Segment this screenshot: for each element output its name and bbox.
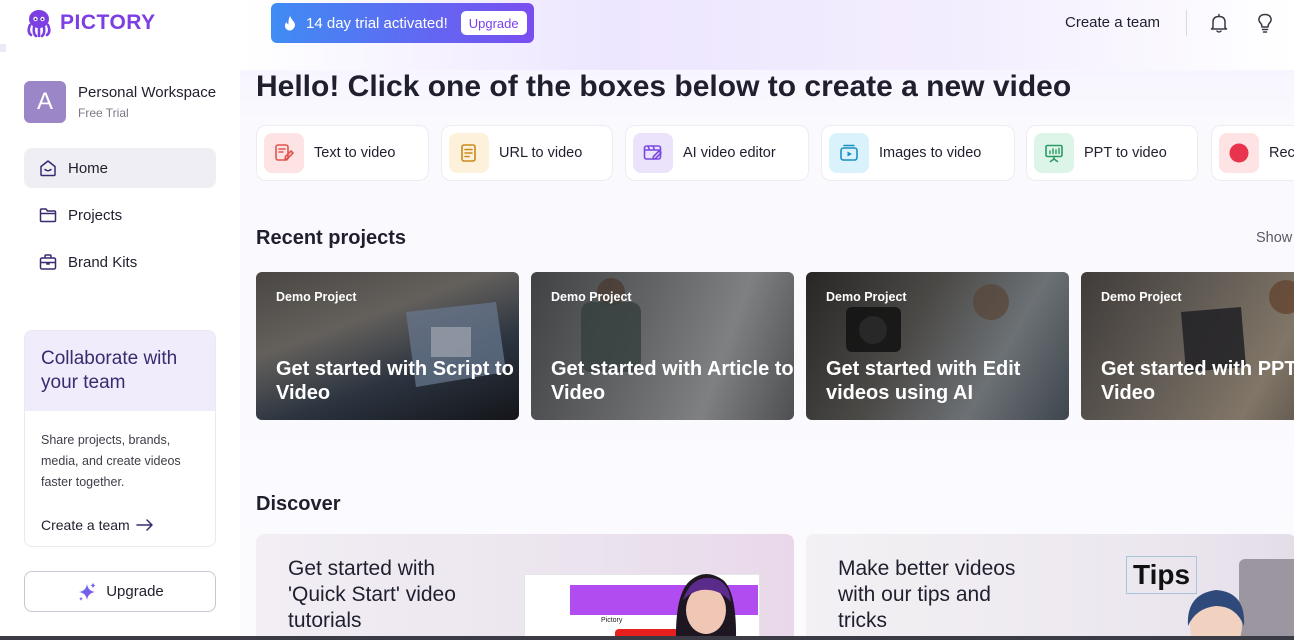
url-to-video-button[interactable]: URL to video xyxy=(441,125,613,181)
sidebar-item-label: Home xyxy=(68,159,109,177)
tool-icon-box xyxy=(264,133,304,173)
project-card[interactable]: Demo Project Get started with Edit video… xyxy=(806,272,1069,420)
workspace-name: Personal Workspace xyxy=(78,84,217,101)
project-tag: Demo Project xyxy=(276,290,357,304)
discover-title: Discover xyxy=(256,493,341,515)
tool-icon-box xyxy=(829,133,869,173)
project-card[interactable]: Demo Project Get started with PPT to Vid… xyxy=(1081,272,1294,420)
upgrade-button[interactable]: Upgrade xyxy=(24,571,216,612)
project-title: Get started with Article to Video xyxy=(551,358,794,404)
show-all-link[interactable]: Show xyxy=(1256,230,1292,246)
record-icon xyxy=(1229,143,1249,163)
create-team-button[interactable]: Create a team xyxy=(1065,14,1160,31)
tool-icon-box xyxy=(449,133,489,173)
document-icon xyxy=(461,144,476,162)
presentation-icon xyxy=(1045,144,1063,163)
sparkle-icon xyxy=(79,582,96,601)
page-title: Hello! Click one of the boxes below to c… xyxy=(256,70,1072,103)
image-play-icon xyxy=(840,144,858,161)
sidebar-item-brand-kits[interactable]: Brand Kits xyxy=(24,242,216,282)
project-tag: Demo Project xyxy=(551,290,632,304)
horizontal-scrollbar[interactable] xyxy=(0,636,1294,640)
images-to-video-button[interactable]: Images to video xyxy=(821,125,1015,181)
project-card[interactable]: Demo Project Get started with Article to… xyxy=(531,272,794,420)
discover-card-tips[interactable]: Make better videos with our tips and tri… xyxy=(806,534,1294,640)
folder-icon xyxy=(39,208,57,223)
avatar: A xyxy=(24,81,66,123)
workspace-switcher[interactable]: A Personal Workspace Free Trial xyxy=(24,81,216,123)
project-card[interactable]: Demo Project Get started with Script to … xyxy=(256,272,519,420)
discover-card-quick-start[interactable]: Get started with 'Quick Start' video tut… xyxy=(256,534,794,640)
tool-icon-box xyxy=(1219,133,1259,173)
sidebar-item-label: Projects xyxy=(68,206,123,224)
bell-icon[interactable] xyxy=(1208,12,1230,34)
tool-icon-box xyxy=(633,133,673,173)
collaborate-card: Collaborate with your team Share project… xyxy=(24,330,216,547)
trial-text: 14 day trial activated! xyxy=(306,14,448,32)
brand-name: PICTORY xyxy=(60,11,156,34)
discover-card-title: Get started with 'Quick Start' video tut… xyxy=(288,557,456,632)
arrow-right-icon xyxy=(135,519,153,531)
text-edit-icon xyxy=(275,144,294,161)
tool-icon-box xyxy=(1034,133,1074,173)
main-content: 14 day trial activated! Upgrade Create a… xyxy=(240,0,1294,640)
record-button[interactable]: Reco xyxy=(1211,125,1294,181)
recent-projects-title: Recent projects xyxy=(256,227,407,249)
home-icon xyxy=(40,160,56,177)
collaborate-title: Collaborate with your team xyxy=(25,331,215,411)
video-edit-icon xyxy=(643,145,662,160)
collaborate-description: Share projects, brands, media, and creat… xyxy=(41,433,181,489)
divider xyxy=(0,44,6,52)
briefcase-icon xyxy=(39,254,57,270)
octopus-logo-icon xyxy=(27,10,51,38)
tool-label: Reco xyxy=(1269,145,1294,161)
create-team-label: Create a team xyxy=(41,517,130,533)
tool-label: Text to video xyxy=(314,145,396,161)
tool-label: URL to video xyxy=(499,145,583,161)
sidebar-item-projects[interactable]: Projects xyxy=(24,195,216,235)
sidebar-item-label: Brand Kits xyxy=(68,253,138,271)
trial-banner: 14 day trial activated! Upgrade xyxy=(271,3,534,43)
text-to-video-button[interactable]: Text to video xyxy=(256,125,429,181)
lightbulb-icon[interactable] xyxy=(1254,12,1276,34)
flame-icon xyxy=(284,16,295,31)
ai-video-editor-button[interactable]: AI video editor xyxy=(625,125,809,181)
presenter-image xyxy=(1187,590,1245,640)
brand-logo[interactable]: PICTORY xyxy=(24,8,156,38)
trial-upgrade-button[interactable]: Upgrade xyxy=(460,11,527,35)
thumbnail-label: Pictory xyxy=(601,617,623,624)
project-title: Get started with PPT to Video xyxy=(1101,358,1294,404)
discover-card-title: Make better videos with our tips and tri… xyxy=(838,557,1016,632)
sidebar: PICTORY A Personal Workspace Free Trial … xyxy=(0,0,240,640)
tool-label: PPT to video xyxy=(1084,145,1167,161)
tool-label: AI video editor xyxy=(683,145,776,161)
workspace-plan: Free Trial xyxy=(78,106,129,120)
upgrade-label: Upgrade xyxy=(106,583,164,600)
project-title: Get started with Edit videos using AI xyxy=(826,358,1021,404)
divider xyxy=(1186,10,1187,36)
ppt-to-video-button[interactable]: PPT to video xyxy=(1026,125,1198,181)
sidebar-nav: Home Projects Brand Kits xyxy=(24,148,216,289)
create-team-link[interactable]: Create a team xyxy=(41,517,154,533)
tool-label: Images to video xyxy=(879,145,982,161)
project-title: Get started with Script to Video xyxy=(276,358,514,404)
sidebar-item-home[interactable]: Home xyxy=(24,148,216,188)
presenter-image xyxy=(675,574,737,640)
project-tag: Demo Project xyxy=(826,290,907,304)
project-tag: Demo Project xyxy=(1101,290,1182,304)
